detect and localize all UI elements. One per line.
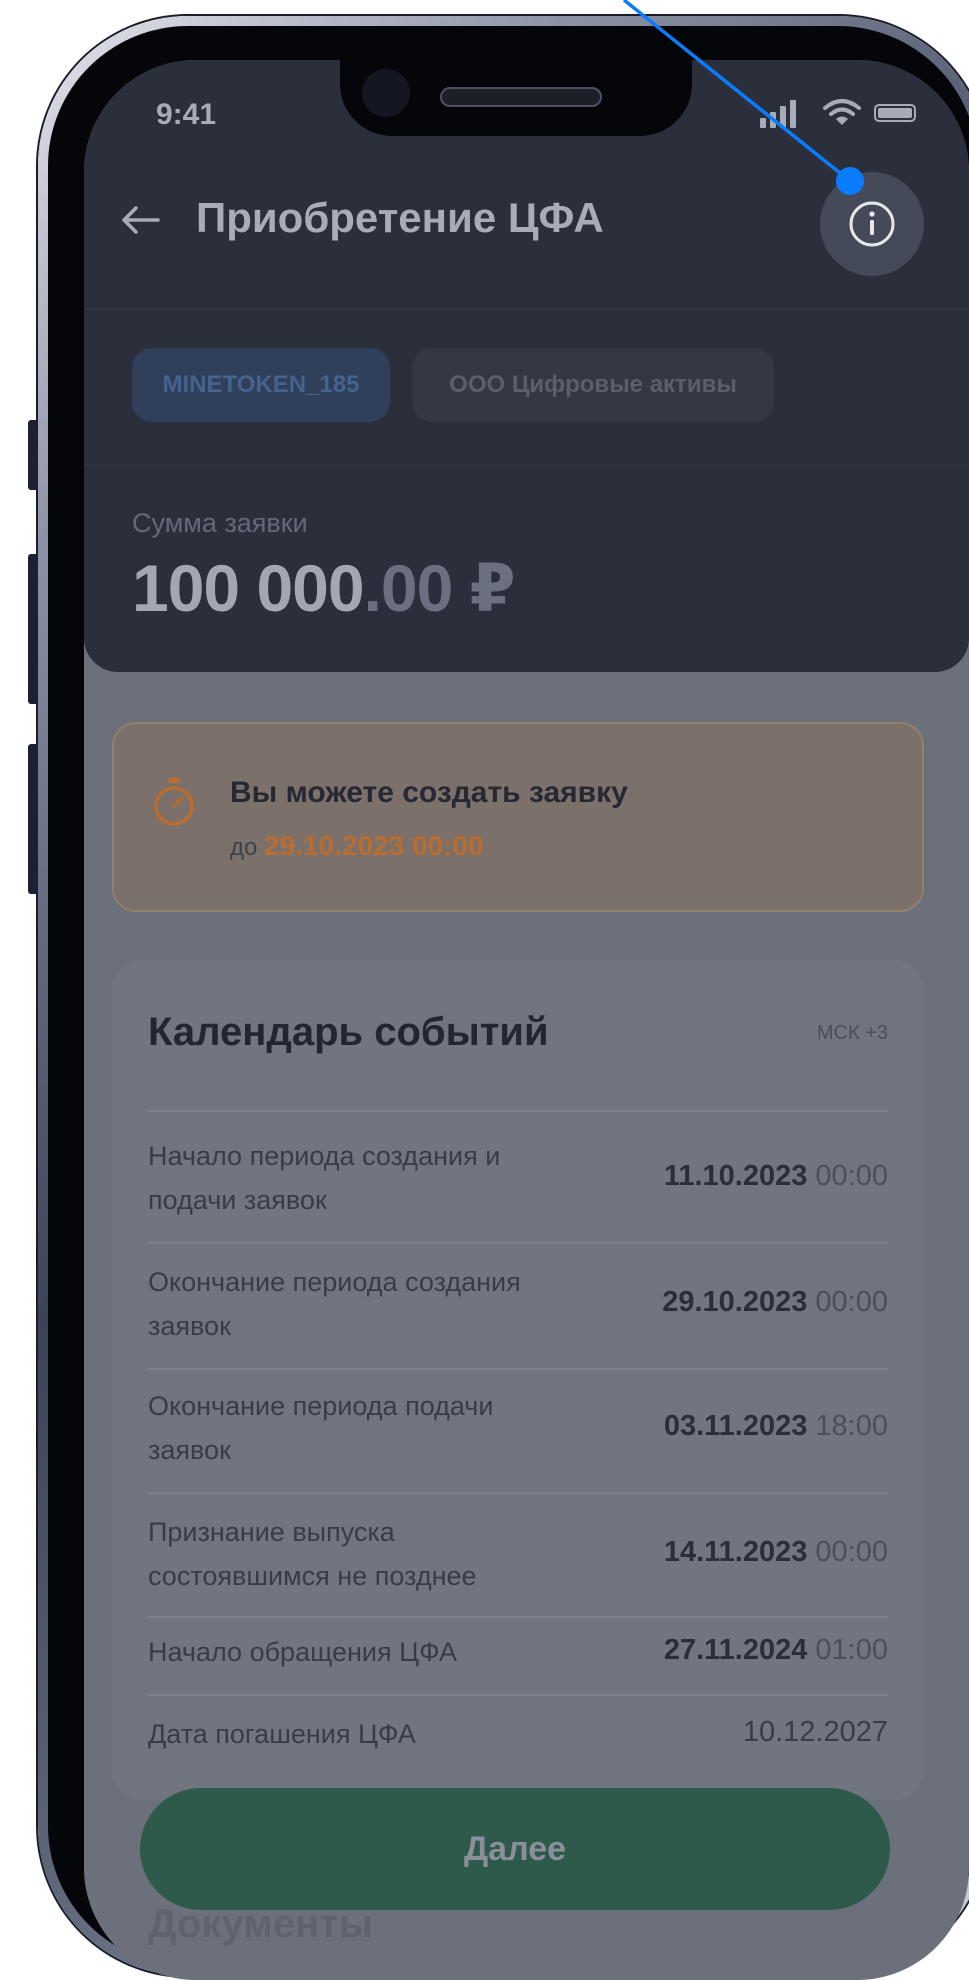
deadline-subtitle: до 29.10.2023 00:00 <box>230 830 484 862</box>
back-button[interactable] <box>108 188 172 252</box>
event-date: 03.11.2023 <box>663 1410 808 1442</box>
calendar-row: Начало обращения ЦФА 27.11.2024 01:00 <box>148 1630 888 1678</box>
issuer-chip[interactable]: ООО Цифровые активы <box>412 348 774 422</box>
calendar-divider <box>148 1616 888 1618</box>
event-date: 11.10.2023 <box>663 1160 808 1192</box>
event-datetime: 27.11.2024 01:00 <box>664 1634 888 1667</box>
deadline-datetime: 29.10.2023 00:00 <box>264 830 484 861</box>
event-label: Окончание периода подачи заявок <box>148 1391 494 1465</box>
event-time: 01:00 <box>815 1634 888 1666</box>
status-icons <box>760 96 930 128</box>
calendar-divider <box>148 1368 888 1370</box>
event-label: Окончание периода создания заявок <box>148 1267 521 1341</box>
deadline-banner: Вы можете создать заявку до 29.10.2023 0… <box>112 722 924 912</box>
page-title: Приобретение ЦФА <box>196 194 604 241</box>
status-time: 9:41 <box>156 98 217 131</box>
calendar-title: Календарь событий <box>148 1010 549 1054</box>
event-datetime: 03.11.2023 18:00 <box>664 1410 888 1443</box>
deadline-title: Вы можете создать заявку <box>230 776 628 809</box>
amount-label: Сумма заявки <box>132 508 308 538</box>
event-time: 00:00 <box>815 1160 888 1192</box>
stopwatch-icon <box>154 778 194 826</box>
amount-integer: 100 000 <box>132 551 365 625</box>
event-date: 10.12.2027 <box>742 1716 888 1748</box>
event-datetime: 29.10.2023 00:00 <box>662 1286 888 1319</box>
calendar-row: Начало периода создания и подачи заявок … <box>148 1134 888 1222</box>
earpiece-speaker <box>440 87 602 107</box>
deadline-prefix: до <box>230 834 258 861</box>
volume-down-button <box>28 744 38 894</box>
calendar-divider <box>148 1492 888 1494</box>
event-label: Начало периода создания и подачи заявок <box>148 1141 501 1215</box>
event-datetime: 10.12.2027 <box>743 1716 888 1749</box>
calendar-divider <box>148 1694 888 1696</box>
volume-up-button <box>28 554 38 704</box>
chips-divider <box>84 464 969 466</box>
event-label: Дата погашения ЦФА <box>148 1719 416 1749</box>
event-date: 14.11.2023 <box>663 1536 808 1568</box>
amount-decimal: .00 ₽ <box>363 551 516 625</box>
event-time: 00:00 <box>815 1536 888 1568</box>
calendar-row: Признание выпуска состоявшимся не поздне… <box>148 1510 888 1598</box>
info-circle-icon <box>849 201 895 247</box>
calendar-row: Окончание периода создания заявок 29.10.… <box>148 1260 888 1348</box>
header-divider <box>84 308 969 310</box>
event-date: 29.10.2023 <box>662 1286 808 1318</box>
event-label: Признание выпуска состоявшимся не поздне… <box>148 1517 477 1591</box>
event-date: 27.11.2024 <box>663 1634 808 1666</box>
calendar-row: Окончание периода подачи заявок 03.11.20… <box>148 1384 888 1472</box>
event-label: Начало обращения ЦФА <box>148 1637 458 1667</box>
app-screen: 9:41 Приобретение ЦФА MINETOKEN_185 ООО … <box>84 60 969 1980</box>
calendar-divider <box>148 1110 888 1112</box>
amount-value: 100 000.00 ₽ <box>132 550 516 627</box>
calendar-divider <box>148 1242 888 1244</box>
event-time: 18:00 <box>815 1410 888 1442</box>
event-time: 00:00 <box>815 1286 888 1318</box>
info-button[interactable] <box>820 172 924 276</box>
battery-icon <box>874 104 916 122</box>
event-datetime: 14.11.2023 00:00 <box>664 1536 888 1569</box>
token-chip[interactable]: MINETOKEN_185 <box>132 348 390 422</box>
events-calendar-card: Календарь событий МСК +3 Начало периода … <box>112 960 924 1800</box>
calendar-row: Дата погашения ЦФА 10.12.2027 <box>148 1712 888 1760</box>
event-datetime: 11.10.2023 00:00 <box>664 1160 888 1193</box>
next-button[interactable]: Далее <box>140 1788 890 1910</box>
wifi-icon <box>823 99 861 125</box>
arrow-left-icon <box>122 206 160 234</box>
front-camera <box>362 69 410 117</box>
mute-switch <box>28 420 38 490</box>
calendar-timezone: МСК +3 <box>816 1022 888 1044</box>
